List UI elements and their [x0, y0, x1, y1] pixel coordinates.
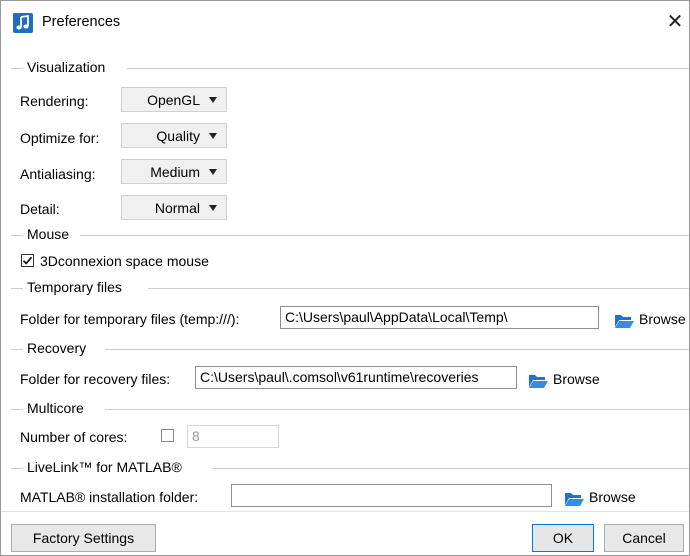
chevron-down-icon: [209, 169, 217, 175]
section-mouse: Mouse: [11, 226, 689, 244]
footer-divider: [1, 511, 689, 512]
cancel-button[interactable]: Cancel: [604, 524, 684, 552]
section-label: Mouse: [27, 226, 70, 242]
section-label: Recovery: [27, 340, 87, 356]
section-label: Multicore: [27, 400, 84, 416]
recovery-browse-button[interactable]: Browse: [528, 370, 608, 390]
window-title: Preferences: [42, 14, 121, 30]
folder-icon: [615, 315, 634, 328]
title-bar: Preferences ✕: [1, 1, 689, 45]
preferences-dialog: Preferences ✕ Visualization Rendering: O…: [0, 0, 690, 556]
matlab-browse-button[interactable]: Browse: [564, 488, 644, 508]
section-multicore: Multicore: [11, 400, 689, 418]
settings-panel: Visualization Rendering: OpenGL Optimize…: [11, 51, 689, 507]
optimize-dropdown[interactable]: Quality: [121, 123, 227, 148]
section-divider: [11, 68, 23, 69]
browse-label: Browse: [639, 311, 686, 327]
section-divider: [80, 235, 689, 236]
ok-button[interactable]: OK: [532, 524, 594, 552]
section-label: Temporary files: [27, 279, 122, 295]
section-temporary-files: Temporary files: [11, 279, 689, 297]
section-label: Visualization: [27, 59, 106, 75]
optimize-value: Quality: [156, 128, 200, 144]
section-divider: [11, 235, 23, 236]
cores-label: Number of cores:: [20, 429, 128, 445]
section-livelink: LiveLink™ for MATLAB®: [11, 459, 689, 477]
chevron-down-icon: [209, 97, 217, 103]
matlab-folder-label: MATLAB® installation folder:: [20, 489, 199, 505]
temp-folder-label: Folder for temporary files (temp:///):: [20, 311, 240, 327]
section-visualization: Visualization: [11, 59, 689, 77]
recovery-folder-input[interactable]: C:\Users\paul\.comsol\v61runtime\recover…: [195, 366, 517, 389]
rendering-value: OpenGL: [147, 92, 200, 108]
factory-settings-button[interactable]: Factory Settings: [11, 524, 156, 552]
antialiasing-dropdown[interactable]: Medium: [121, 159, 227, 184]
close-icon[interactable]: ✕: [664, 11, 686, 33]
chevron-down-icon: [209, 205, 217, 211]
section-divider: [105, 409, 689, 410]
detail-dropdown[interactable]: Normal: [121, 195, 227, 220]
section-label: LiveLink™ for MATLAB®: [27, 459, 182, 475]
section-recovery: Recovery: [11, 340, 689, 358]
section-divider: [11, 288, 23, 289]
section-divider: [105, 349, 689, 350]
browse-label: Browse: [589, 489, 636, 505]
cores-checkbox[interactable]: [161, 429, 174, 442]
matlab-folder-input[interactable]: [231, 484, 552, 507]
section-divider: [11, 349, 23, 350]
chevron-down-icon: [209, 133, 217, 139]
rendering-dropdown[interactable]: OpenGL: [121, 87, 227, 112]
section-divider: [212, 468, 689, 469]
detail-label: Detail:: [20, 201, 60, 217]
rendering-label: Rendering:: [20, 93, 89, 109]
optimize-label: Optimize for:: [20, 130, 100, 146]
temp-browse-button[interactable]: Browse: [614, 310, 689, 330]
folder-icon: [529, 375, 548, 388]
detail-value: Normal: [154, 200, 200, 216]
temp-folder-input[interactable]: C:\Users\paul\AppData\Local\Temp\: [280, 306, 599, 329]
browse-label: Browse: [553, 371, 600, 387]
folder-icon: [565, 493, 584, 506]
section-divider: [148, 288, 689, 289]
music-note-icon: [13, 13, 33, 33]
antialiasing-value: Medium: [150, 164, 200, 180]
section-divider: [11, 468, 23, 469]
antialiasing-label: Antialiasing:: [20, 166, 96, 182]
space-mouse-label: 3Dconnexion space mouse: [40, 253, 209, 269]
section-divider: [127, 68, 689, 69]
cores-input[interactable]: 8: [187, 425, 279, 448]
section-divider: [11, 409, 23, 410]
recovery-folder-label: Folder for recovery files:: [20, 371, 171, 387]
space-mouse-checkbox[interactable]: [21, 254, 34, 267]
